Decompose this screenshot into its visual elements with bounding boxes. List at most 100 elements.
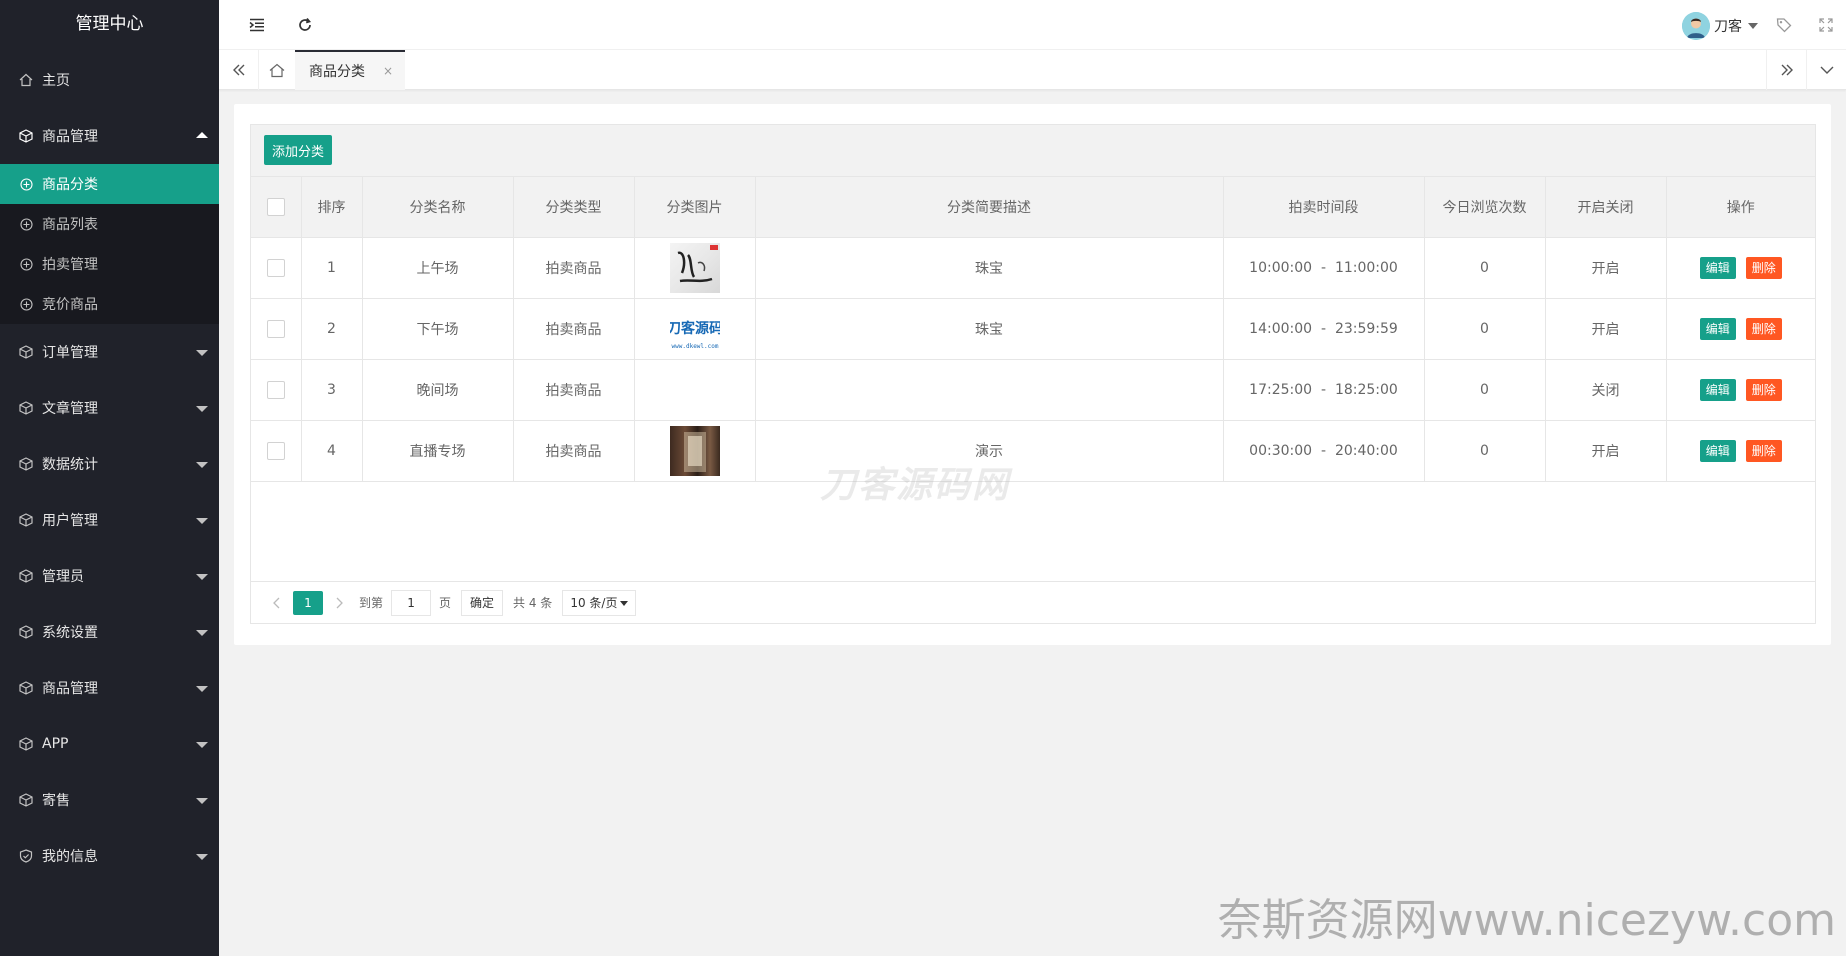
sidebar-subitem-product-list[interactable]: 商品列表 xyxy=(0,204,219,244)
cube-icon xyxy=(18,680,34,696)
tab-category[interactable]: 商品分类 × xyxy=(295,50,405,90)
goto-confirm-button[interactable]: 确定 xyxy=(461,589,504,616)
sidebar-item-label: 商品管理 xyxy=(42,129,98,145)
sidebar-item-articles[interactable]: 文章管理 xyxy=(0,380,219,436)
time-end: 11:00:00 xyxy=(1334,259,1398,276)
add-category-button[interactable]: 添加分类 xyxy=(264,135,332,165)
watermark-center: 刀客源码网 xyxy=(820,465,1011,506)
cell-time: 17:25:00 - 18:25:00 xyxy=(1223,359,1425,421)
fullscreen-icon xyxy=(1819,18,1833,32)
cell-views: 0 xyxy=(1424,298,1546,360)
sidebar-item-users[interactable]: 用户管理 xyxy=(0,492,219,548)
refresh-button[interactable] xyxy=(293,13,317,37)
time-start: 14:00:00 xyxy=(1249,320,1313,337)
top-header: 刀客 xyxy=(219,0,1846,50)
sidebar-subitem-bidding[interactable]: 竞价商品 xyxy=(0,284,219,324)
row-checkbox[interactable] xyxy=(266,441,285,460)
tabs-menu-button[interactable] xyxy=(1806,50,1846,90)
row-checkbox[interactable] xyxy=(266,258,285,277)
sidebar-item-label: 管理员 xyxy=(42,569,84,585)
edit-button[interactable]: 编辑 xyxy=(1699,256,1736,279)
plus-circle-icon xyxy=(18,216,34,232)
cell-name: 晚间场 xyxy=(362,359,514,421)
cube-icon xyxy=(18,568,34,584)
fullscreen-button[interactable] xyxy=(1814,13,1838,37)
cell-desc: 珠宝 xyxy=(755,298,1224,360)
cell-image: 刀客源码 www.dkewl.com xyxy=(634,298,756,360)
sidebar-item-stats[interactable]: 数据统计 xyxy=(0,436,219,492)
cell-views: 0 xyxy=(1424,359,1546,421)
category-table: 排序 分类名称 分类类型 分类图片 分类简要描述 拍卖时间段 今日浏览次数 开启… xyxy=(251,177,1815,482)
row-select-cell xyxy=(251,237,302,299)
sidebar-item-product-mgmt[interactable]: 商品管理 xyxy=(0,108,219,164)
row-checkbox[interactable] xyxy=(266,319,285,338)
plus-circle-icon xyxy=(18,256,34,272)
caret-down-icon xyxy=(196,462,208,468)
chevron-right-icon xyxy=(336,597,343,608)
sidebar-item-my-info[interactable]: 我的信息 xyxy=(0,828,219,884)
delete-button[interactable]: 删除 xyxy=(1745,317,1782,340)
caret-down-icon xyxy=(1748,23,1758,29)
page-size-select[interactable]: 10 条/页 xyxy=(562,589,637,616)
sidebar-subitem-label: 拍卖管理 xyxy=(42,257,98,273)
sidebar-item-admins[interactable]: 管理员 xyxy=(0,548,219,604)
tab-label: 商品分类 xyxy=(309,64,365,80)
prev-page-button[interactable] xyxy=(263,590,289,616)
row-select-cell xyxy=(251,298,302,360)
tag-button[interactable] xyxy=(1772,13,1796,37)
delete-button[interactable]: 删除 xyxy=(1745,256,1782,279)
edit-button[interactable]: 编辑 xyxy=(1699,439,1736,462)
time-sep: - xyxy=(1320,259,1327,276)
close-icon[interactable]: × xyxy=(383,64,393,78)
cube-icon xyxy=(18,344,34,360)
cube-icon xyxy=(18,400,34,416)
cell-order: 4 xyxy=(301,420,363,482)
select-all-checkbox[interactable] xyxy=(266,197,285,216)
table-row: 2 下午场 拍卖商品 刀客源码 www.dkewl.com 珠宝 14:00:00… xyxy=(251,298,1815,360)
total-count: 共 4 条 xyxy=(513,596,553,610)
cell-order: 2 xyxy=(301,298,363,360)
next-page-button[interactable] xyxy=(327,590,353,616)
current-page[interactable]: 1 xyxy=(293,590,323,615)
sidebar-item-consign[interactable]: 寄售 xyxy=(0,772,219,828)
sidebar-item-label: 订单管理 xyxy=(42,345,98,361)
column-header: 排序 xyxy=(301,177,363,238)
sidebar-subitem-category[interactable]: 商品分类 xyxy=(0,164,219,204)
cell-time: 00:30:00 - 20:40:00 xyxy=(1223,420,1425,482)
sidebar-item-app[interactable]: APP xyxy=(0,716,219,772)
delete-button[interactable]: 删除 xyxy=(1745,439,1782,462)
sidebar-item-product-mgmt-2[interactable]: 商品管理 xyxy=(0,660,219,716)
goto-page-input[interactable] xyxy=(391,589,432,616)
tabs-scroll-right-button[interactable] xyxy=(1766,50,1806,90)
edit-button[interactable]: 编辑 xyxy=(1699,317,1736,340)
sidebar-subitem-label: 竞价商品 xyxy=(42,297,98,313)
caret-down-icon xyxy=(196,406,208,412)
sidebar-item-orders[interactable]: 订单管理 xyxy=(0,324,219,380)
row-checkbox[interactable] xyxy=(266,380,285,399)
sidebar-item-home[interactable]: 主页 xyxy=(0,52,219,108)
cell-time: 14:00:00 - 23:59:59 xyxy=(1223,298,1425,360)
cell-status: 开启 xyxy=(1545,237,1667,299)
sidebar-subitem-auction[interactable]: 拍卖管理 xyxy=(0,244,219,284)
shield-check-icon xyxy=(18,848,34,864)
table-toolbar: 添加分类 xyxy=(251,125,1815,177)
delete-button[interactable]: 删除 xyxy=(1745,378,1782,401)
tabs-scroll-left-button[interactable] xyxy=(219,50,259,90)
refresh-icon xyxy=(299,17,311,31)
home-icon xyxy=(18,72,34,88)
edit-button[interactable]: 编辑 xyxy=(1699,378,1736,401)
category-image[interactable] xyxy=(669,242,720,293)
collapse-menu-button[interactable] xyxy=(245,13,269,37)
data-table: 添加分类 排序 分类名称 分类类型 分类图片 分类简要描述 拍卖时间段 今日浏览… xyxy=(250,124,1816,624)
time-sep: - xyxy=(1320,442,1327,459)
user-menu[interactable]: 刀客 xyxy=(1682,12,1758,40)
category-image[interactable]: 刀客源码 www.dkewl.com xyxy=(669,303,720,354)
thumb-logo-text: 刀客源码 xyxy=(670,320,720,337)
cube-icon xyxy=(18,736,34,752)
plus-circle-icon xyxy=(18,176,34,192)
category-image[interactable] xyxy=(669,425,720,476)
tab-home[interactable] xyxy=(257,50,297,90)
cell-actions: 编辑 删除 xyxy=(1666,298,1815,360)
time-end: 18:25:00 xyxy=(1334,381,1398,398)
sidebar-item-settings[interactable]: 系统设置 xyxy=(0,604,219,660)
